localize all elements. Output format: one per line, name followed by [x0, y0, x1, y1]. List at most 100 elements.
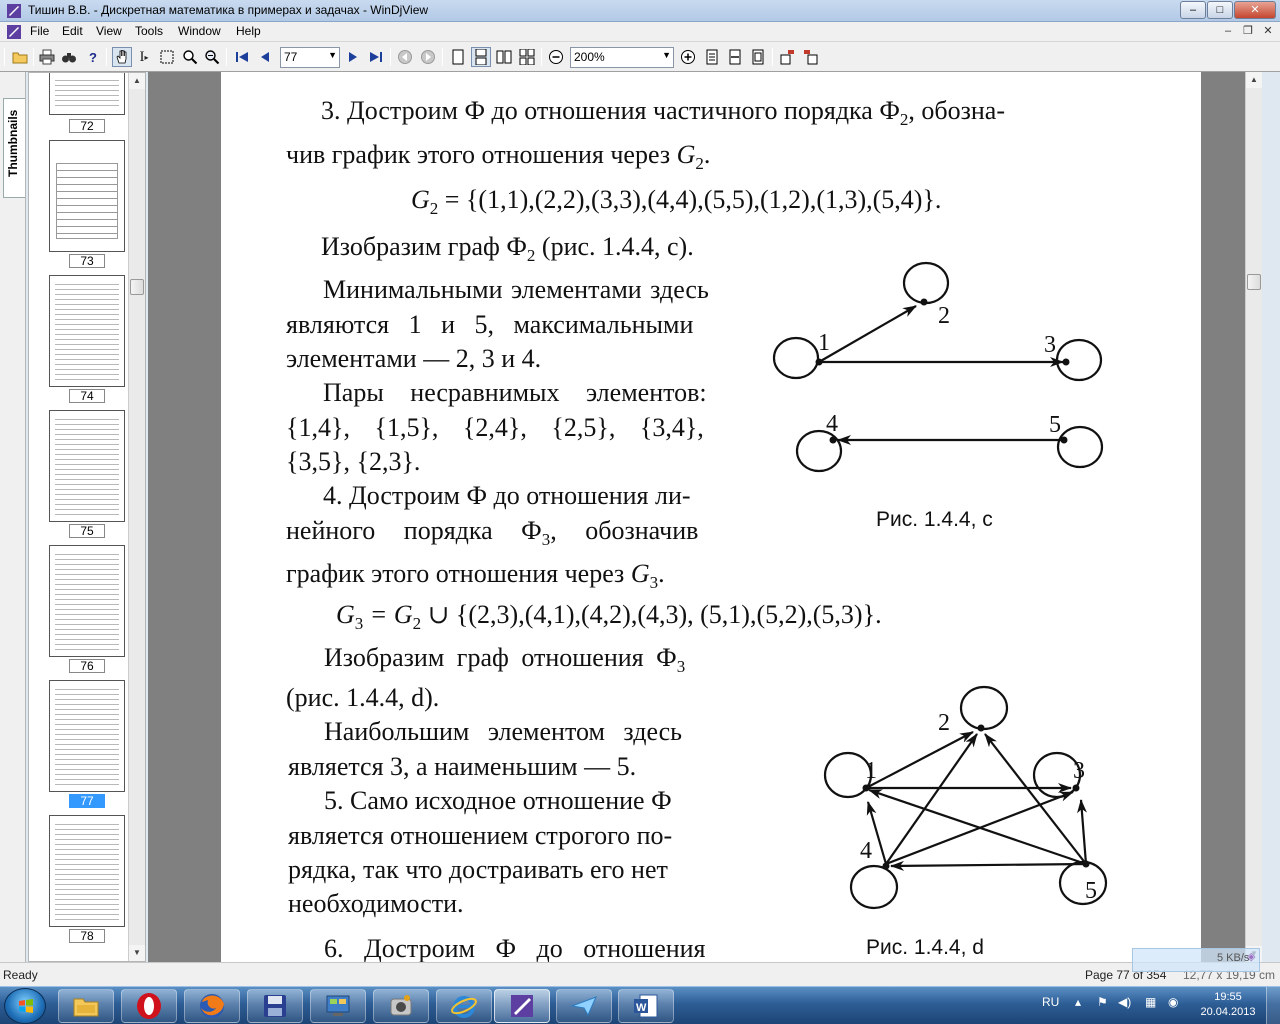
taskbar-messenger[interactable] [556, 989, 612, 1023]
tray-app-icon[interactable]: ◉ [1168, 995, 1178, 1009]
taskbar-word[interactable]: W [618, 989, 674, 1023]
thumbnail-page-75[interactable] [49, 410, 125, 522]
zoom-tool-icon[interactable] [180, 47, 200, 67]
print-icon[interactable] [37, 47, 57, 67]
draw-graph-d-line-1: Изобразим граф отношения Ф3 [324, 643, 686, 677]
toolbar-separator [772, 48, 773, 66]
svg-text:W: W [636, 1002, 647, 1014]
thumbnails-scrollbar[interactable]: ▲ ▼ [128, 73, 145, 961]
taskbar-save-app[interactable] [247, 989, 303, 1023]
continuous-facing-icon[interactable] [517, 47, 537, 67]
start-button[interactable] [4, 988, 46, 1024]
find-binoculars-icon[interactable] [59, 47, 79, 67]
graph-c-label-1: 1 [818, 330, 830, 356]
fit-page-icon[interactable] [702, 47, 722, 67]
thumbnail-page-72[interactable] [49, 73, 125, 115]
menu-view[interactable]: View [93, 24, 125, 38]
taskbar-control-panel[interactable] [310, 989, 366, 1023]
taskbar-windjview[interactable] [494, 989, 550, 1023]
show-desktop-button[interactable] [1266, 987, 1280, 1024]
menu-edit[interactable]: Edit [59, 24, 86, 38]
first-page-icon[interactable] [232, 47, 252, 67]
document-restore-button[interactable]: ❐ [1240, 25, 1256, 39]
zoom-rect-icon[interactable] [202, 47, 222, 67]
rotate-left-icon[interactable] [778, 47, 798, 67]
thumbnail-page-76[interactable] [49, 545, 125, 657]
thumbnail-page-77[interactable] [49, 680, 125, 792]
document-minimize-button[interactable]: – [1220, 25, 1236, 39]
menu-tools[interactable]: Tools [132, 24, 166, 38]
tray-network-icon[interactable]: ▦ [1145, 995, 1156, 1009]
formula-g3: G3 = G2 ∪ {(2,3),(4,1),(4,2),(4,3), (5,1… [336, 600, 882, 634]
zoom-combo[interactable]: 200% ▼ [570, 47, 674, 68]
tray-expand-icon[interactable]: ▴ [1075, 995, 1081, 1009]
next-page-icon[interactable] [343, 47, 363, 67]
menu-help[interactable]: Help [233, 24, 264, 38]
network-shield-icon: ◈ [1247, 951, 1256, 963]
thumbnail-page-73[interactable] [49, 140, 125, 252]
minimize-button[interactable]: – [1180, 1, 1206, 19]
single-page-icon[interactable] [448, 47, 468, 67]
thumbnail-number-selected: 77 [69, 794, 105, 808]
maximize-button[interactable]: □ [1207, 1, 1233, 19]
zoom-in-icon[interactable] [678, 47, 698, 67]
help-question-icon[interactable]: ? [83, 47, 103, 67]
menu-file[interactable]: File [27, 24, 52, 38]
document-scrollbar[interactable]: ▲ ▼ [1245, 72, 1262, 962]
toolbar-separator [390, 48, 391, 66]
document-view[interactable]: 3. Достроим Ф до отношения частичного по… [148, 72, 1262, 962]
taskbar-opera[interactable] [121, 989, 177, 1023]
continuous-page-icon[interactable] [471, 47, 491, 67]
fit-width-icon[interactable] [725, 47, 745, 67]
thumbnail-text-lines [55, 687, 119, 785]
previous-page-icon[interactable] [255, 47, 275, 67]
clock-date: 20.04.2013 [1200, 1006, 1256, 1018]
scroll-up-arrow-icon[interactable]: ▲ [129, 73, 145, 89]
text-select-icon[interactable]: I ▸ [134, 47, 154, 67]
language-indicator[interactable]: RU [1042, 995, 1059, 1009]
actual-size-icon[interactable] [748, 47, 768, 67]
rectangle-select-icon[interactable] [157, 47, 177, 67]
draw-graph-c-text: Изобразим граф Ф2 (рис. 1.4.4, c). [321, 232, 694, 266]
tray-volume-icon[interactable]: ◀) [1118, 995, 1131, 1009]
graph-d-node-4 [882, 862, 890, 870]
scroll-up-arrow-icon[interactable]: ▲ [1246, 72, 1262, 88]
chevron-down-icon[interactable]: ▼ [328, 50, 337, 60]
scrollbar-thumb[interactable] [1247, 274, 1261, 290]
taskbar-media-app[interactable] [373, 989, 429, 1023]
document-menu-icon[interactable] [6, 24, 22, 40]
taskbar-explorer[interactable] [58, 989, 114, 1023]
close-button[interactable]: ✕ [1234, 1, 1276, 19]
toolbar-separator [541, 48, 542, 66]
menu-window[interactable]: Window [175, 24, 224, 38]
firefox-icon [200, 994, 224, 1018]
taskbar-internet-explorer[interactable] [436, 989, 492, 1023]
scroll-down-arrow-icon[interactable]: ▼ [129, 945, 145, 961]
document-close-button[interactable]: ✕ [1260, 25, 1276, 39]
internet-explorer-icon [451, 996, 477, 1018]
hand-tool-icon[interactable] [112, 47, 132, 67]
rotate-right-icon[interactable] [800, 47, 820, 67]
thumbnail-number: 75 [69, 524, 105, 538]
scrollbar-thumb[interactable] [130, 279, 144, 295]
forward-history-icon[interactable] [418, 47, 438, 67]
thumbnail-page-78[interactable] [49, 815, 125, 927]
zoom-out-icon[interactable] [546, 47, 566, 67]
facing-pages-icon[interactable] [494, 47, 514, 67]
back-history-icon[interactable] [395, 47, 415, 67]
paragraph-4-line-2: нейного порядка Ф3, обозначив [286, 516, 699, 550]
open-folder-icon[interactable] [10, 47, 30, 67]
thumbnail-page-74[interactable] [49, 275, 125, 387]
taskbar-firefox[interactable] [184, 989, 240, 1023]
last-page-icon[interactable] [366, 47, 386, 67]
graph-d-label-2: 2 [938, 710, 950, 736]
tray-flag-icon[interactable]: ⚑ [1097, 995, 1108, 1009]
page-number-combo[interactable]: 77 ▼ [280, 47, 340, 68]
minimal-elements-line-2: являются 1 и 5, максимальными [286, 310, 694, 339]
chevron-down-icon[interactable]: ▼ [662, 50, 671, 60]
toolbar: ? I ▸ 77 ▼ 200% ▼ [0, 42, 1280, 72]
floppy-disk-icon [264, 995, 286, 1017]
taskbar-clock[interactable]: 19:55 20.04.2013 [1198, 990, 1258, 1020]
thumbnail-number: 76 [69, 659, 105, 673]
tab-thumbnails[interactable]: Thumbnails [3, 98, 25, 198]
